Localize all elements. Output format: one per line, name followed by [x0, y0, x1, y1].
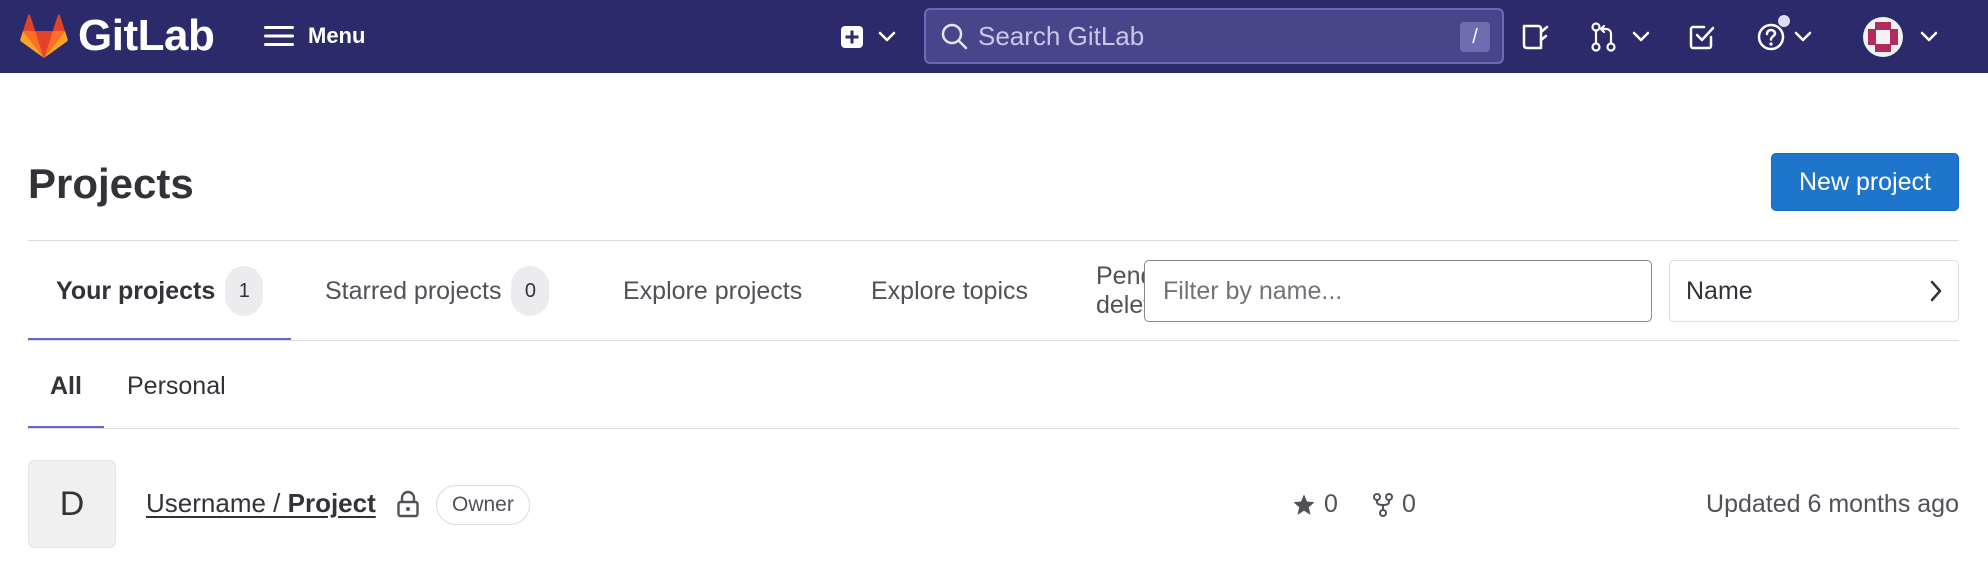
todos-button[interactable] [1688, 17, 1716, 57]
tab-label: Your projects [56, 276, 216, 305]
tab-label: Explore topics [871, 276, 1029, 305]
chevron-down-icon [1794, 31, 1812, 42]
issues-icon [1522, 24, 1549, 50]
forks-count[interactable]: 0 [1372, 490, 1416, 519]
sort-dropdown[interactable]: Name [1669, 260, 1959, 322]
tab-pending-deletion[interactable]: Pending deletion [1096, 241, 1146, 341]
merge-request-icon [1591, 22, 1616, 52]
gitlab-home-link[interactable]: GitLab [20, 11, 215, 60]
filter-by-name-input[interactable] [1144, 260, 1652, 322]
menu-label: Menu [308, 23, 366, 48]
subtab-label: Personal [127, 371, 226, 400]
subtab-personal[interactable]: Personal [127, 343, 226, 429]
new-project-button[interactable]: New project [1771, 153, 1959, 211]
tab-explore-topics[interactable]: Explore topics [871, 241, 1028, 341]
avatar-icon [1863, 17, 1903, 57]
menu-button[interactable]: Menu [264, 18, 365, 54]
lock-icon [397, 490, 419, 518]
subtab-label: All [50, 371, 82, 400]
merge-requests-button[interactable] [1590, 17, 1650, 57]
tab-count-badge: 1 [225, 266, 264, 316]
divider [28, 340, 1959, 341]
updated-timestamp: Updated 6 months ago [1706, 490, 1959, 518]
role-badge: Owner [436, 485, 530, 525]
project-link[interactable]: Username / Project [146, 488, 376, 519]
fork-icon [1373, 492, 1393, 517]
subtab-all[interactable]: All [28, 343, 104, 429]
plus-square-icon [841, 26, 863, 48]
todo-icon [1689, 25, 1715, 50]
tab-label: Pending deletion [1096, 262, 1146, 319]
star-icon [1293, 494, 1315, 515]
stars-count[interactable]: 0 [1292, 490, 1338, 519]
project-avatar[interactable]: D [28, 460, 116, 548]
tab-count-badge: 0 [511, 266, 550, 316]
hamburger-icon [264, 26, 294, 46]
user-menu-button[interactable] [1862, 17, 1938, 57]
project-name: Project [287, 488, 376, 518]
help-button[interactable] [1756, 15, 1812, 57]
tab-label: Explore projects [623, 276, 803, 305]
forks-value: 0 [1402, 490, 1416, 518]
brand-name: GitLab [78, 11, 215, 60]
gitlab-logo-icon [20, 14, 68, 58]
tab-starred-projects[interactable]: Starred projects 0 [325, 241, 550, 341]
search-input[interactable] [978, 20, 1448, 52]
chevron-down-icon [1632, 31, 1650, 42]
top-navigation-bar: GitLab Menu / [0, 0, 1988, 73]
global-search[interactable]: / [924, 8, 1504, 64]
project-namespace: Username / [146, 488, 288, 518]
projects-tabs: Your projects 1 Starred projects 0 Explo… [28, 241, 1146, 341]
issues-button[interactable] [1520, 17, 1550, 57]
chevron-down-icon [878, 31, 896, 42]
search-icon [941, 23, 968, 50]
chevron-right-icon [1930, 280, 1942, 302]
notification-dot [1778, 15, 1790, 27]
search-shortcut-key: / [1460, 22, 1490, 52]
create-new-button[interactable] [840, 17, 896, 57]
page-title: Projects [28, 160, 194, 207]
chevron-down-icon [1920, 31, 1938, 42]
divider [28, 428, 1959, 429]
stars-value: 0 [1324, 490, 1338, 518]
tab-label: Starred projects [325, 276, 502, 305]
sort-selected-value: Name [1686, 276, 1753, 305]
tab-explore-projects[interactable]: Explore projects [623, 241, 802, 341]
tab-your-projects[interactable]: Your projects 1 [28, 241, 292, 341]
